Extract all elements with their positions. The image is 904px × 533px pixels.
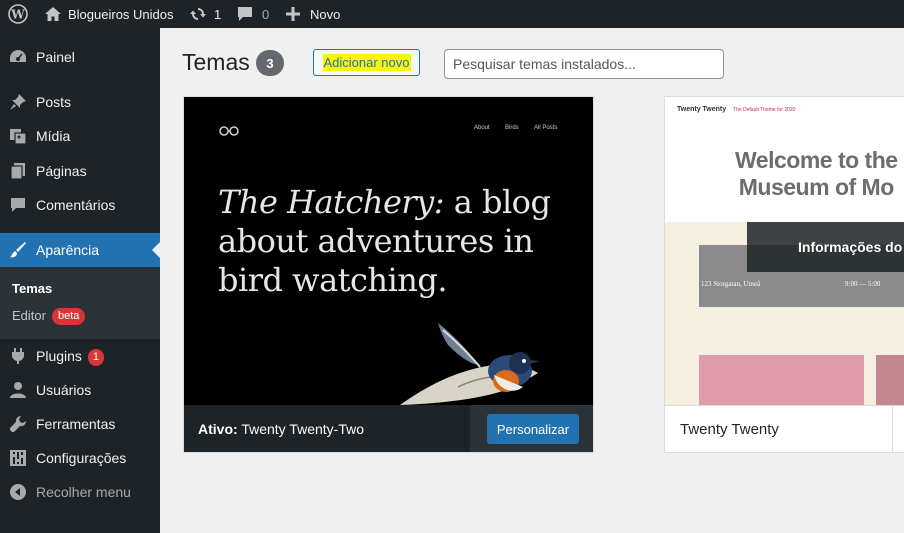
- menu-item-plugins[interactable]: Plugins 1: [0, 339, 160, 373]
- preview-welcome-line-1: Welcome to the: [735, 147, 898, 173]
- home-icon: [44, 6, 62, 22]
- plugins-label: Plugins: [36, 348, 82, 364]
- preview-welcome: Welcome to the Museum of Mo: [735, 147, 898, 201]
- menu-label: Plugins 1: [36, 339, 105, 373]
- preview-headline: The Hatchery: a blog about adventures in…: [218, 183, 578, 300]
- menu-item-comments[interactable]: Comentários: [0, 188, 160, 222]
- customize-button[interactable]: Personalizar: [487, 414, 579, 444]
- wrench-icon: [9, 415, 27, 433]
- menu-label: Comentários: [36, 197, 116, 213]
- collapse-icon: [9, 483, 27, 501]
- menu-item-media[interactable]: Mídia: [0, 119, 160, 153]
- menu-label: Painel: [36, 49, 75, 65]
- preview-site-name: Twenty Twenty: [677, 106, 727, 113]
- submenu-item-themes[interactable]: Temas: [12, 281, 52, 296]
- submenu-item-editor[interactable]: Editor beta: [12, 308, 86, 326]
- theme-count-badge: 3: [256, 50, 284, 76]
- menu-label: Ferramentas: [36, 416, 116, 432]
- updates-count: 1: [214, 6, 222, 22]
- theme-screenshot[interactable]: About Birds All Posts The Hatchery: a bl…: [184, 97, 593, 405]
- pin-icon: [9, 93, 27, 111]
- collapse-menu-button[interactable]: Recolher menu: [0, 475, 160, 509]
- plugins-update-badge: 1: [87, 348, 105, 366]
- plus-icon: [286, 7, 300, 21]
- menu-item-pages[interactable]: Páginas: [0, 154, 160, 188]
- search-themes-input[interactable]: [444, 49, 724, 79]
- users-icon: [9, 381, 27, 399]
- media-icon: [9, 127, 27, 145]
- appearance-submenu: Temas Editor beta: [0, 267, 160, 339]
- new-content-link[interactable]: Novo: [286, 0, 340, 28]
- comments-link[interactable]: 0: [237, 0, 269, 28]
- menu-label: Usuários: [36, 382, 92, 398]
- theme-card-footer: Ativo: Twenty Twenty-Two Personalizar: [184, 405, 593, 452]
- menu-item-posts[interactable]: Posts: [0, 85, 160, 119]
- active-status: Ativo:: [198, 421, 238, 437]
- add-new-theme-button[interactable]: Adicionar novo: [313, 49, 420, 76]
- preview-address: 123 Storgatan, Umeå: [701, 280, 761, 288]
- svg-text:W: W: [10, 8, 25, 22]
- hatchery-logo-icon: [219, 123, 241, 141]
- theme-card-twenty-twenty[interactable]: Twenty Twenty The Default Theme for 2020…: [664, 96, 904, 453]
- updates-link[interactable]: 1: [189, 0, 221, 28]
- settings-icon: [9, 449, 27, 467]
- beta-badge: beta: [51, 308, 86, 326]
- plugin-icon: [9, 347, 27, 365]
- new-label: Novo: [310, 6, 341, 22]
- updates-icon: [189, 5, 207, 23]
- add-new-label: Adicionar novo: [322, 54, 411, 71]
- bird-illustration: [398, 315, 558, 405]
- admin-bar: W Blogueiros Unidos 1 0 Novo: [0, 0, 904, 28]
- active-theme-name: Twenty Twenty-Two: [241, 421, 364, 437]
- menu-label: Aparência: [36, 242, 100, 258]
- preview-nav-item: About: [474, 125, 490, 131]
- comment-bubble-icon: [237, 6, 253, 22]
- preview-header: Twenty Twenty The Default Theme for 2020…: [665, 97, 904, 222]
- menu-item-dashboard[interactable]: Painel: [0, 40, 160, 74]
- site-name: Blogueiros Unidos: [68, 6, 174, 22]
- wordpress-logo-icon[interactable]: W: [8, 0, 28, 28]
- preview-image-block: [699, 355, 864, 405]
- theme-details-button[interactable]: Informações do: [747, 222, 904, 272]
- menu-label: Páginas: [36, 163, 87, 179]
- admin-sidebar: Painel Posts Mídia Páginas Comentários A…: [0, 28, 160, 533]
- preview-nav-item: All Posts: [534, 125, 558, 131]
- preview-welcome-line-2: Museum of Mo: [738, 174, 894, 200]
- preview-headline-em: The Hatchery:: [218, 183, 445, 221]
- comments-icon: [9, 196, 27, 214]
- preview-tagline: The Default Theme for 2020: [733, 107, 796, 113]
- theme-name: Twenty Twenty: [680, 421, 779, 438]
- preview-nav-item: Birds: [505, 125, 519, 131]
- menu-label: Recolher menu: [36, 484, 131, 500]
- menu-label: Mídia: [36, 128, 71, 144]
- preview-hours: 9:00 — 5:00: [845, 280, 881, 288]
- theme-screenshot[interactable]: Twenty Twenty The Default Theme for 2020…: [665, 97, 904, 405]
- menu-item-appearance[interactable]: Aparência: [0, 233, 160, 267]
- comments-count: 0: [262, 6, 270, 22]
- menu-item-users[interactable]: Usuários: [0, 373, 160, 407]
- menu-label: Posts: [36, 94, 72, 110]
- brush-icon: [9, 241, 27, 259]
- menu-label: Configurações: [36, 450, 127, 466]
- site-name-link[interactable]: Blogueiros Unidos: [44, 0, 174, 28]
- footer-divider: [892, 406, 893, 452]
- submenu-label: Editor: [12, 308, 46, 323]
- preview-image-block: [876, 355, 904, 405]
- theme-card-active[interactable]: About Birds All Posts The Hatchery: a bl…: [183, 96, 594, 453]
- page-title: Temas: [182, 49, 250, 75]
- pages-icon: [9, 162, 27, 180]
- dashboard-icon: [9, 48, 27, 66]
- active-theme-label: Ativo: Twenty Twenty-Two: [198, 405, 364, 452]
- menu-item-tools[interactable]: Ferramentas: [0, 407, 160, 441]
- theme-card-footer: Twenty Twenty: [665, 405, 904, 452]
- menu-item-settings[interactable]: Configurações: [0, 441, 160, 475]
